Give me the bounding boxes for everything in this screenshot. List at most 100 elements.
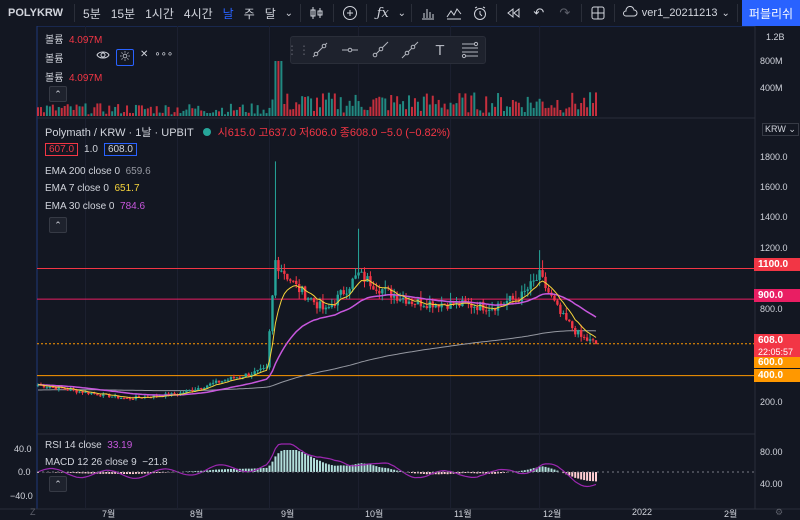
symbol-search[interactable]: POLYKRW: [0, 7, 71, 19]
candle-body: [553, 295, 556, 301]
volume-bar: [366, 110, 369, 116]
candle-body: [354, 275, 357, 279]
volume-bar: [39, 107, 42, 116]
volume-bar: [431, 95, 434, 116]
macd-histogram-bar: [262, 467, 265, 472]
interval-15m[interactable]: 15분: [106, 0, 140, 26]
volume-bar: [583, 97, 586, 116]
volume-bar: [405, 109, 408, 116]
interval-1h[interactable]: 1시간: [140, 0, 179, 26]
macd-histogram-bar: [304, 453, 307, 472]
macd-histogram-bar: [583, 472, 586, 481]
interval-month[interactable]: 달: [260, 0, 281, 26]
volume-bar: [274, 61, 277, 116]
indicators-icon[interactable]: ƒx: [370, 0, 396, 26]
sell-button[interactable]: 607.0: [45, 143, 79, 156]
candle-body: [579, 330, 583, 337]
interval-5m[interactable]: 5분: [78, 0, 106, 26]
horizontal-line-icon[interactable]: [335, 38, 365, 62]
close-icon[interactable]: ✕: [140, 49, 148, 66]
volume-bar: [223, 114, 226, 116]
macd-histogram-bar: [419, 472, 422, 474]
macd-histogram-bar: [105, 472, 108, 474]
extended-line-icon[interactable]: [395, 38, 425, 62]
trendline-icon[interactable]: [305, 38, 335, 62]
compare-icon[interactable]: [441, 0, 467, 26]
main-legend: Polymath / KRW · 1날 · UPBIT 시615.0 고637.…: [45, 124, 450, 140]
text-tool-icon[interactable]: T: [425, 38, 455, 62]
volume-bar: [271, 99, 274, 116]
volume-bar: [455, 103, 458, 116]
candles-icon[interactable]: [304, 0, 330, 26]
price-tick: 1800.0: [760, 152, 788, 162]
candle-body: [428, 301, 431, 309]
fib-retracement-icon[interactable]: [455, 38, 485, 62]
ema200-legend: EMA 200 close 0 659.6: [45, 166, 151, 177]
alert-clock-icon[interactable]: [467, 0, 493, 26]
ohlc-high: 고637.0: [258, 127, 296, 139]
replay-icon[interactable]: [500, 0, 526, 26]
candle-body: [532, 280, 535, 282]
volume-bar: [241, 104, 244, 116]
macd-histogram-bar: [390, 469, 393, 472]
candle-body: [232, 377, 236, 379]
macd-histogram-bar: [268, 465, 271, 472]
symbol-title: Polymath / KRW · 1날 · UPBIT: [45, 127, 194, 139]
buy-button[interactable]: 608.0: [103, 143, 137, 156]
more-icon[interactable]: ∘∘∘: [154, 49, 173, 66]
volume-bar: [152, 113, 155, 116]
financials-icon[interactable]: [415, 0, 441, 26]
last-price-tag: 608.0: [754, 334, 800, 346]
volume-bar: [470, 95, 473, 116]
ray-icon[interactable]: [365, 38, 395, 62]
layout-save-menu[interactable]: ver1_20211213 ⌄: [618, 5, 734, 21]
volume-bar: [244, 111, 247, 116]
candle-body: [200, 388, 203, 390]
layout-grid-icon[interactable]: [585, 0, 611, 26]
candle-body: [125, 397, 129, 399]
candle-body: [283, 270, 286, 274]
volume-bar: [464, 93, 467, 116]
volume-bar: [81, 106, 84, 116]
interval-week[interactable]: 주: [239, 0, 260, 26]
auto-scale-button[interactable]: ⚙: [775, 507, 783, 518]
macd-histogram-bar: [215, 469, 218, 472]
gear-icon[interactable]: [116, 49, 134, 66]
zoom-z-button[interactable]: Z: [30, 507, 36, 517]
volume-bar: [396, 96, 399, 116]
chevron-down-icon[interactable]: ⌄: [281, 0, 297, 26]
interval-4h[interactable]: 4시간: [179, 0, 218, 26]
candle-body: [271, 295, 274, 332]
undo-icon[interactable]: ↶: [526, 0, 552, 26]
volume-bar: [93, 107, 96, 116]
macd-histogram-bar: [69, 472, 72, 473]
chevron-down-icon[interactable]: ⌄: [396, 0, 408, 26]
macd-histogram-bar: [143, 472, 146, 474]
price-tick: 1600.0: [760, 182, 788, 192]
volume-bar: [381, 97, 384, 116]
collapse-arrow-icon[interactable]: ⌃: [49, 217, 67, 233]
volume-bar: [90, 113, 93, 116]
ema7-value: 651.7: [114, 183, 140, 194]
volume-bar: [194, 108, 197, 116]
volume-bar: [316, 97, 318, 116]
volume-label: 볼륨: [45, 73, 64, 84]
redo-icon[interactable]: ↷: [552, 0, 578, 26]
interval-day[interactable]: 날: [218, 0, 239, 26]
macd-histogram-bar: [327, 464, 330, 472]
eye-icon[interactable]: [96, 49, 110, 66]
publish-button[interactable]: 퍼블리쉬: [742, 0, 800, 26]
currency-selector[interactable]: KRW ⌄: [762, 123, 799, 136]
volume-bar: [197, 105, 200, 116]
osc-right-tick: 80.00: [760, 447, 783, 457]
volume-bar: [72, 109, 75, 116]
candle-body: [413, 304, 417, 306]
drag-handle-icon[interactable]: ⋮⋮: [286, 38, 310, 62]
collapse-arrow-icon[interactable]: ⌃: [49, 476, 67, 492]
macd-histogram-bar: [413, 472, 416, 474]
candle-body: [378, 290, 381, 294]
volume-bar: [342, 112, 345, 116]
osc-left-tick: −40.0: [10, 491, 33, 501]
collapse-arrow-icon[interactable]: ⌃: [49, 86, 67, 102]
add-circle-icon[interactable]: [337, 0, 363, 26]
